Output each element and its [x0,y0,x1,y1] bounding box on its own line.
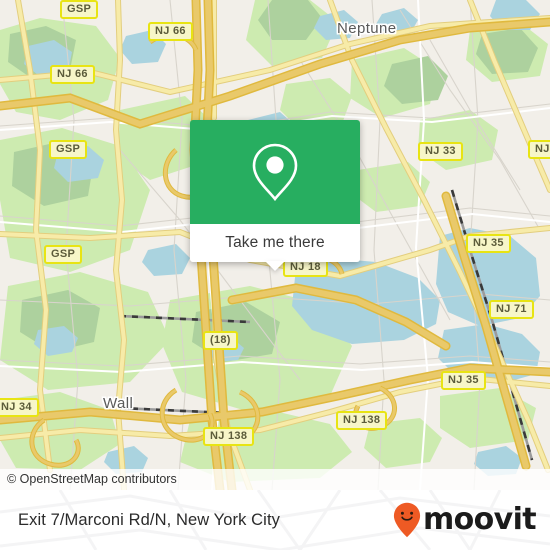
moovit-wordmark: moovit [422,502,537,537]
road-shield-nj34: NJ 34 [0,398,39,417]
map-canvas[interactable]: Neptune Wall GSP NJ 66 NJ 66 GSP GSP NJ … [0,0,550,490]
map-pin-icon [252,143,298,202]
road-shield-gsp-3: GSP [44,245,83,264]
map-place-label-neptune: Neptune [337,20,397,37]
road-shield-gsp-2: GSP [49,140,88,159]
road-shield-nj: NJ [528,140,550,159]
take-me-there-label: Take me there [225,234,325,251]
popup-image-placeholder [190,120,360,224]
road-shield-18: (18) [203,331,238,350]
footer-bar: Exit 7/Marconi Rd/N, New York City moovi… [0,490,550,550]
osm-attribution[interactable]: © OpenStreetMap contributors [0,469,550,490]
road-shield-nj138: NJ 138 [336,411,388,430]
location-title: Exit 7/Marconi Rd/N, New York City [18,510,280,529]
map-place-label-wall: Wall [103,395,134,412]
road-shield-nj138-2: NJ 138 [203,427,255,446]
location-popup-card[interactable]: Take me there [190,120,360,271]
road-shield-nj35-2: NJ 35 [441,371,486,390]
moovit-smiley-pin-icon [393,502,421,538]
road-shield-nj66: NJ 66 [148,22,193,41]
road-shield-nj33: NJ 33 [418,142,463,161]
road-shield-nj66-2: NJ 66 [50,65,95,84]
popup-action-bar[interactable]: Take me there [190,224,360,271]
moovit-logo[interactable]: moovit [393,490,537,550]
road-shield-nj35: NJ 35 [466,234,511,253]
road-shield-gsp: GSP [60,0,99,19]
road-shield-nj71: NJ 71 [489,300,534,319]
popup-pointer-tail [265,261,285,271]
